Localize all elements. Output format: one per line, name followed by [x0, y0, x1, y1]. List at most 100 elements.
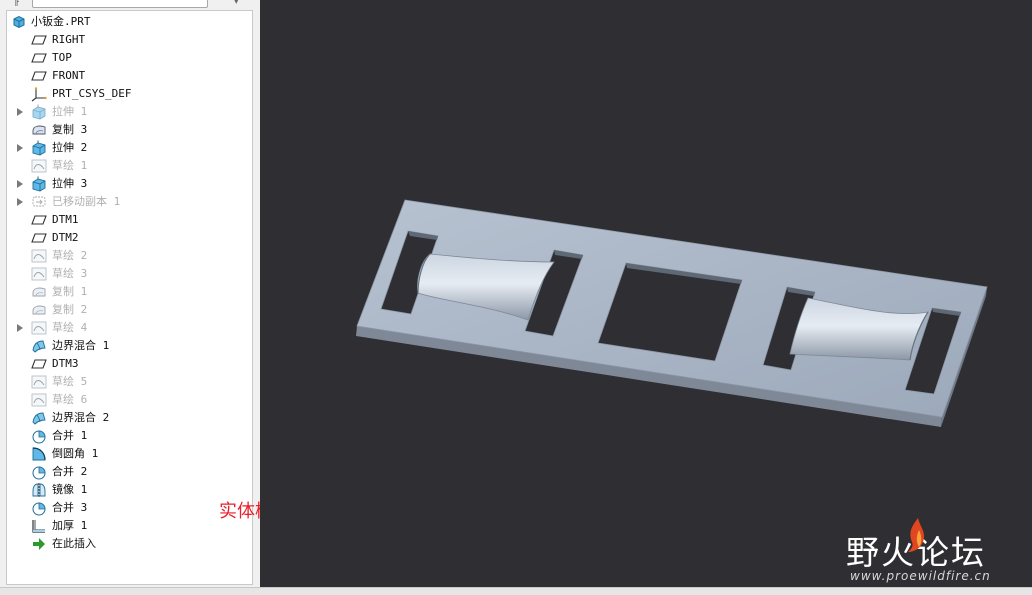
tree-item[interactable]: 已移动副本 1 — [7, 193, 252, 211]
pin-icon[interactable]: ╟ — [14, 0, 20, 6]
tree-item-label: 草绘 3 — [52, 267, 88, 280]
model-tree-toolbar: ╟ ▾ — [0, 0, 258, 10]
app-window: ╟ ▾ 小钣金.PRT RIGHT TOP FRONT PRT_CSYS_DEF 拉伸 … — [0, 0, 1032, 595]
tree-item-label: 拉伸 2 — [52, 141, 88, 154]
tree-item[interactable]: 草绘 2 — [7, 247, 252, 265]
tree-item[interactable]: 拉伸 3 — [7, 175, 252, 193]
tree-item[interactable]: 复制 1 — [7, 283, 252, 301]
tree-item-label: 拉伸 3 — [52, 177, 88, 190]
round-icon — [31, 446, 47, 462]
datum-plane-icon — [31, 356, 47, 372]
sketch-icon — [31, 392, 47, 408]
tree-item-label: 镜像 1 — [52, 483, 88, 496]
expand-arrow-icon[interactable] — [17, 108, 23, 116]
datum-plane-icon — [31, 230, 47, 246]
tree-item-label: 复制 1 — [52, 285, 88, 298]
datum-plane-icon — [31, 68, 47, 84]
merge-icon — [31, 428, 47, 444]
tree-item[interactable]: FRONT — [7, 67, 252, 85]
tree-item[interactable]: DTM1 — [7, 211, 252, 229]
tree-item[interactable]: DTM3 — [7, 355, 252, 373]
expand-arrow-icon[interactable] — [17, 144, 23, 152]
tree-item-label: 复制 3 — [52, 123, 88, 136]
tree-item-label: FRONT — [52, 69, 86, 82]
tree-item[interactable]: 边界混合 2 — [7, 409, 252, 427]
copy-surface-icon — [31, 284, 47, 300]
tree-item-label: 加厚 1 — [52, 519, 88, 532]
tree-item-label: PRT_CSYS_DEF — [52, 87, 132, 100]
graphics-viewport[interactable] — [260, 0, 1032, 587]
merge-icon — [31, 500, 47, 516]
tree-item-label: 草绘 2 — [52, 249, 88, 262]
merge-icon — [31, 464, 47, 480]
tree-item[interactable]: 草绘 3 — [7, 265, 252, 283]
tree-item-label: 合并 1 — [52, 429, 88, 442]
extrude-icon — [31, 104, 47, 120]
tree-item-label: 边界混合 2 — [52, 411, 110, 424]
datum-plane-icon — [31, 32, 47, 48]
flame-icon — [908, 518, 924, 552]
tree-item-label: 合并 3 — [52, 501, 88, 514]
tree-item-label: DTM1 — [52, 213, 79, 226]
tree-item[interactable]: 合并 1 — [7, 427, 252, 445]
tree-item[interactable]: PRT_CSYS_DEF — [7, 85, 252, 103]
tree-item[interactable]: 合并 3 — [7, 499, 252, 517]
tree-item-label: TOP — [52, 51, 72, 64]
tree-item[interactable]: 草绘 6 — [7, 391, 252, 409]
csys-icon — [31, 86, 47, 102]
status-bar — [0, 587, 1032, 595]
tree-item[interactable]: 边界混合 1 — [7, 337, 252, 355]
tree-item-label: DTM3 — [52, 357, 79, 370]
tree-item[interactable]: DTM2 — [7, 229, 252, 247]
tree-item-label: 已移动副本 1 — [52, 195, 121, 208]
model-tree[interactable]: 小钣金.PRT RIGHT TOP FRONT PRT_CSYS_DEF 拉伸 1 复制 … — [6, 10, 253, 585]
settings-icon[interactable]: ▾ — [234, 0, 239, 7]
forum-watermark: 野火论坛 www.proewildfire.cn — [846, 516, 1026, 586]
tree-root-label: 小钣金.PRT — [31, 15, 91, 28]
tree-item[interactable]: 草绘 5 — [7, 373, 252, 391]
tree-item-label: 拉伸 1 — [52, 105, 88, 118]
tree-item[interactable]: RIGHT — [7, 31, 252, 49]
tree-item-label: 在此插入 — [52, 537, 96, 550]
tree-item-label: 倒圆角 1 — [52, 447, 99, 460]
tree-item[interactable]: 复制 2 — [7, 301, 252, 319]
sketch-icon — [31, 320, 47, 336]
tree-item-label: 边界混合 1 — [52, 339, 110, 352]
tree-item-label: DTM2 — [52, 231, 79, 244]
boundary-blend-icon — [31, 338, 47, 354]
part-render — [356, 199, 988, 427]
tree-item-label: 合并 2 — [52, 465, 88, 478]
tree-item[interactable]: 拉伸 2 — [7, 139, 252, 157]
tree-item[interactable]: 镜像 1 — [7, 481, 252, 499]
tree-item[interactable]: TOP — [7, 49, 252, 67]
copy-surface-icon — [31, 122, 47, 138]
extrude-icon — [31, 140, 47, 156]
tree-item-label: 草绘 1 — [52, 159, 88, 172]
tree-item[interactable]: 草绘 1 — [7, 157, 252, 175]
watermark-url: www.proewildfire.cn — [850, 569, 991, 583]
model-tree-list: 小钣金.PRT RIGHT TOP FRONT PRT_CSYS_DEF 拉伸 1 复制 … — [7, 13, 252, 553]
sketch-icon — [31, 158, 47, 174]
insert-here-icon — [31, 536, 47, 552]
sketch-icon — [31, 374, 47, 390]
tree-item-label: 草绘 5 — [52, 375, 88, 388]
tree-item[interactable]: 复制 3 — [7, 121, 252, 139]
tree-item[interactable]: 草绘 4 — [7, 319, 252, 337]
expand-arrow-icon[interactable] — [17, 180, 23, 188]
mirror-icon — [31, 482, 47, 498]
model-tree-search-input[interactable] — [32, 0, 208, 8]
tree-item[interactable]: 拉伸 1 — [7, 103, 252, 121]
tree-item-label: 草绘 4 — [52, 321, 88, 334]
boundary-blend-icon — [31, 410, 47, 426]
tree-item[interactable]: 加厚 1 — [7, 517, 252, 535]
expand-arrow-icon[interactable] — [17, 198, 23, 206]
extrude-icon — [31, 176, 47, 192]
tree-root-part[interactable]: 小钣金.PRT — [7, 13, 252, 31]
expand-arrow-icon[interactable] — [17, 324, 23, 332]
tree-item[interactable]: 在此插入 — [7, 535, 252, 553]
tree-item[interactable]: 倒圆角 1 — [7, 445, 252, 463]
part-icon — [11, 14, 27, 30]
tree-item-label: 复制 2 — [52, 303, 88, 316]
sketch-icon — [31, 248, 47, 264]
tree-item[interactable]: 合并 2 — [7, 463, 252, 481]
